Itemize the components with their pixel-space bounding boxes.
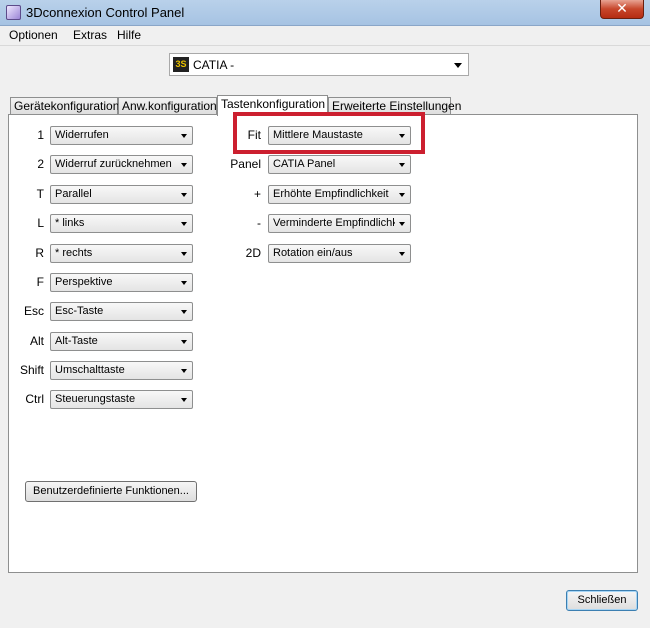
button-minus-select[interactable]: Verminderte Empfindlichk [268, 214, 411, 233]
button-shift-select[interactable]: Umschalttaste [50, 361, 193, 380]
menu-hilfe[interactable]: Hilfe [117, 28, 141, 42]
chevron-down-icon [399, 163, 405, 167]
button-l-select[interactable]: * links [50, 214, 193, 233]
button-plus-select[interactable]: Erhöhte Empfindlichkeit [268, 185, 411, 204]
app-icon [6, 5, 21, 20]
button-label: 2D [245, 246, 261, 260]
button-label: 1 [37, 128, 44, 142]
button-esc-select[interactable]: Esc-Taste [50, 302, 193, 321]
select-value: Widerrufen [55, 129, 109, 141]
button-label: F [36, 275, 44, 289]
select-value: Umschalttaste [55, 364, 125, 376]
select-value: Perspektive [55, 276, 113, 288]
window-title: 3Dconnexion Control Panel [26, 5, 185, 20]
chevron-down-icon [181, 340, 187, 344]
select-value: * links [55, 217, 85, 229]
close-button[interactable]: Schließen [566, 590, 638, 611]
chevron-down-icon [181, 252, 187, 256]
catia-logo-icon: 3S [173, 57, 189, 72]
button-label: + [253, 187, 261, 201]
title-bar: 3Dconnexion Control Panel ✕ [0, 0, 650, 26]
chevron-down-icon [181, 281, 187, 285]
chevron-down-icon [399, 222, 405, 226]
menu-optionen[interactable]: Optionen [9, 28, 58, 42]
window-close-button[interactable]: ✕ [600, 0, 644, 19]
button-2d-select[interactable]: Rotation ein/aus [268, 244, 411, 263]
button-2-select[interactable]: Widerruf zurücknehmen [50, 155, 193, 174]
button-label: Esc [23, 304, 44, 318]
button-label: R [35, 246, 44, 260]
select-value: Erhöhte Empfindlichkeit [273, 188, 389, 200]
button-label: Ctrl [25, 392, 44, 406]
chevron-down-icon [181, 398, 187, 402]
chevron-down-icon [181, 369, 187, 373]
select-value: Widerruf zurücknehmen [55, 158, 172, 170]
button-label: T [36, 187, 44, 201]
select-value: Steuerungstaste [55, 393, 136, 405]
chevron-down-icon [181, 193, 187, 197]
select-value: Alt-Taste [55, 335, 98, 347]
button-1-select[interactable]: Widerrufen [50, 126, 193, 145]
application-value: CATIA - [193, 58, 235, 72]
chevron-down-icon [454, 63, 462, 68]
select-value: Verminderte Empfindlichk [273, 217, 395, 229]
select-value: Esc-Taste [55, 305, 104, 317]
select-value: CATIA Panel [273, 158, 336, 170]
custom-functions-button[interactable]: Benutzerdefinierte Funktionen... [25, 481, 197, 502]
button-panel-select[interactable]: CATIA Panel [268, 155, 411, 174]
button-label: 2 [37, 157, 44, 171]
chevron-down-icon [399, 193, 405, 197]
select-value: * rechts [55, 247, 93, 259]
menu-bar: Optionen Extras Hilfe [0, 26, 650, 46]
button-r-select[interactable]: * rechts [50, 244, 193, 263]
select-value: Rotation ein/aus [273, 247, 353, 259]
button-t-select[interactable]: Parallel [50, 185, 193, 204]
chevron-down-icon [181, 134, 187, 138]
menu-extras[interactable]: Extras [73, 28, 107, 42]
button-label: Panel [230, 157, 261, 171]
button-label: - [257, 216, 261, 230]
button-ctrl-select[interactable]: Steuerungstaste [50, 390, 193, 409]
application-select[interactable]: 3S CATIA - [169, 53, 469, 76]
chevron-down-icon [181, 310, 187, 314]
select-value: Parallel [55, 188, 92, 200]
button-label: L [37, 216, 44, 230]
button-alt-select[interactable]: Alt-Taste [50, 332, 193, 351]
button-label: Alt [29, 334, 44, 348]
button-configuration-panel: 1 Widerrufen 2 Widerruf zurücknehmen T P… [8, 114, 638, 573]
chevron-down-icon [181, 222, 187, 226]
button-label: Shift [19, 363, 44, 377]
button-f-select[interactable]: Perspektive [50, 273, 193, 292]
chevron-down-icon [399, 252, 405, 256]
fit-highlight-box [233, 112, 425, 154]
chevron-down-icon [181, 163, 187, 167]
